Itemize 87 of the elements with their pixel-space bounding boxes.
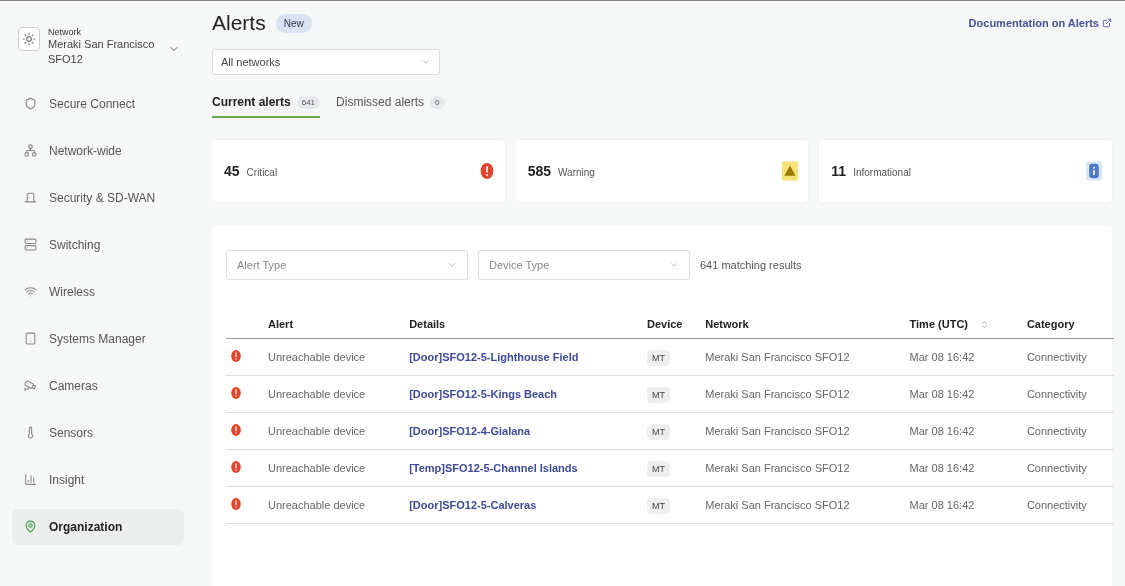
critical-alert-icon (230, 496, 242, 512)
card-label: Warning (558, 167, 595, 178)
results-count: 641 matching results (700, 259, 802, 271)
sidebar-item[interactable]: Sensors (12, 414, 184, 451)
table-cell: Unreachable device (264, 375, 406, 413)
external-link-icon (1102, 18, 1112, 28)
details-link[interactable]: [Temp]SFO12-5-Channel Islands (409, 462, 578, 474)
card-label: Critical (246, 167, 278, 178)
map-pin-icon (24, 520, 37, 534)
table-cell: Mar 08 16:42 (905, 412, 1023, 450)
table-cell: Connectivity (1022, 338, 1114, 376)
bar-chart-icon (24, 473, 37, 487)
sidebar-item[interactable]: Systems Manager (12, 320, 184, 357)
camera-icon (24, 379, 37, 393)
alerts-tab[interactable]: Dismissed alerts 0 (336, 95, 445, 118)
column-header[interactable]: Alert (264, 318, 406, 339)
sidebar-item[interactable]: Wireless (12, 273, 184, 310)
alert-type-select[interactable]: Alert Type (226, 250, 468, 280)
table-cell: Mar 08 16:42 (905, 486, 1023, 524)
column-header[interactable]: Device (642, 318, 702, 339)
tab-count: 641 (296, 95, 321, 109)
table-cell: Unreachable device (264, 412, 406, 450)
table-cell: Connectivity (1022, 486, 1114, 524)
details-link[interactable]: [Door]SFO12-5-Kings Beach (409, 388, 558, 400)
table-cell: Unreachable device (264, 486, 406, 524)
table-cell: Mar 08 16:42 (905, 338, 1023, 376)
card-count: 11 (831, 163, 847, 179)
device-chip: MT (646, 387, 670, 403)
table-cell: Meraki San Francisco SFO12 (701, 449, 906, 487)
critical-alert-icon (230, 385, 242, 401)
critical-alert-icon (230, 459, 242, 475)
tablet-icon (24, 332, 37, 346)
details-link[interactable]: [Door]SFO12-5-Calveras (409, 499, 537, 511)
column-header[interactable]: Category (1022, 318, 1114, 339)
card-label: Informational (853, 167, 911, 178)
chevron-down-icon (669, 260, 679, 270)
warning-icon (782, 161, 799, 181)
network-switcher[interactable]: Network Meraki San Francisco SFO12 (12, 27, 184, 86)
sidebar-item[interactable]: Organization (12, 508, 184, 545)
table-cell: Meraki San Francisco SFO12 (701, 338, 906, 376)
network-select[interactable]: All networks (212, 49, 440, 75)
sidebar-item[interactable]: Insight (12, 461, 184, 498)
info-icon (1086, 161, 1102, 181)
column-header[interactable]: Details (405, 318, 643, 339)
sort-icon (980, 319, 989, 329)
door-icon (24, 191, 37, 205)
table-cell: Unreachable device (264, 338, 406, 376)
critical-alert-icon (478, 161, 495, 181)
sidebar-item[interactable]: Network-wide (12, 132, 184, 169)
table-cell: Mar 08 16:42 (905, 449, 1023, 487)
table-cell: Unreachable device (264, 449, 406, 487)
table-cell: Mar 08 16:42 (905, 375, 1023, 413)
server-icon (24, 238, 37, 252)
documentation-link[interactable]: Documentation on Alerts (968, 17, 1112, 29)
table-cell: Connectivity (1022, 449, 1114, 487)
sidebar-item[interactable]: Security & SD-WAN (12, 179, 184, 216)
device-chip: MT (646, 498, 670, 514)
column-header[interactable]: Time (UTC) (905, 318, 1023, 339)
details-link[interactable]: [Door]SFO12-5-Lighthouse Field (409, 351, 579, 363)
network-name: Meraki San Francisco SFO12 (48, 37, 156, 68)
device-type-select[interactable]: Device Type (478, 250, 690, 280)
table-cell: Connectivity (1022, 375, 1114, 413)
alerts-tab[interactable]: Current alerts 641 (212, 95, 321, 118)
new-badge: New (275, 13, 312, 33)
tab-count: 0 (430, 95, 445, 109)
device-chip: MT (646, 424, 670, 440)
wifi-icon (24, 285, 37, 299)
table-cell: Connectivity (1022, 412, 1114, 450)
details-link[interactable]: [Door]SFO12-4-Gialana (409, 425, 531, 437)
sidebar-item[interactable]: Switching (12, 226, 184, 263)
table-cell: Meraki San Francisco SFO12 (701, 375, 906, 413)
card-count: 585 (527, 163, 552, 179)
device-chip: MT (646, 350, 670, 366)
card-count: 45 (224, 163, 240, 179)
page-title: Alerts (212, 11, 266, 35)
sidebar-item[interactable]: Secure Connect (12, 85, 184, 122)
sidebar-item[interactable]: Cameras (12, 367, 184, 404)
chevron-down-icon (447, 260, 457, 270)
network-label: Network (48, 27, 82, 37)
table-cell: Meraki San Francisco SFO12 (701, 486, 906, 524)
chevron-down-icon (421, 57, 431, 67)
device-chip: MT (646, 461, 670, 477)
column-header[interactable]: Network (701, 318, 906, 339)
table-cell: Meraki San Francisco SFO12 (701, 412, 906, 450)
critical-alert-icon (230, 422, 242, 438)
critical-alert-icon (230, 348, 242, 364)
shield-icon (24, 97, 37, 111)
